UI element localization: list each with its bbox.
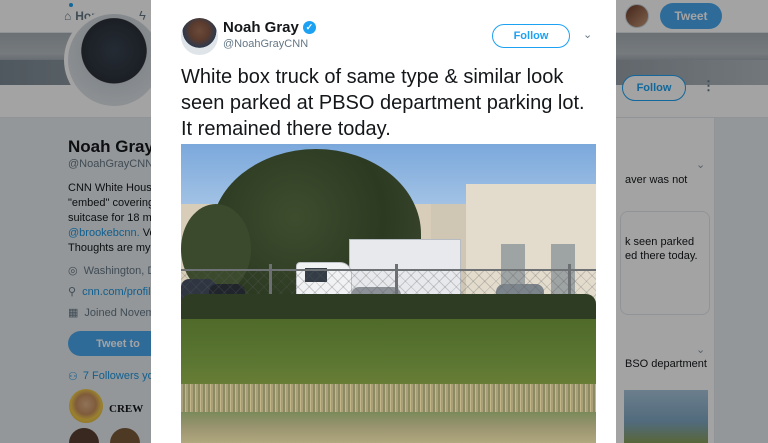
author-name[interactable]: Noah Gray ✓ [223, 19, 316, 36]
tweet-text: White box truck of same type & similar l… [181, 66, 585, 140]
author-name-text[interactable]: Noah Gray [223, 19, 299, 36]
author-handle[interactable]: @NoahGrayCNN [223, 38, 308, 50]
photo-grass [181, 319, 596, 394]
photo-reeds [181, 384, 596, 414]
verified-badge-icon: ✓ [302, 21, 316, 34]
author-avatar[interactable] [181, 18, 218, 55]
photo-fence-rail [181, 269, 596, 271]
tweet-modal: Noah Gray ✓ @NoahGrayCNN Follow ⌄ White … [151, 0, 616, 443]
tweet-photo[interactable] [181, 144, 596, 443]
chevron-down-icon[interactable]: ⌄ [583, 28, 592, 41]
photo-water [181, 412, 596, 443]
follow-button[interactable]: Follow [492, 24, 570, 48]
